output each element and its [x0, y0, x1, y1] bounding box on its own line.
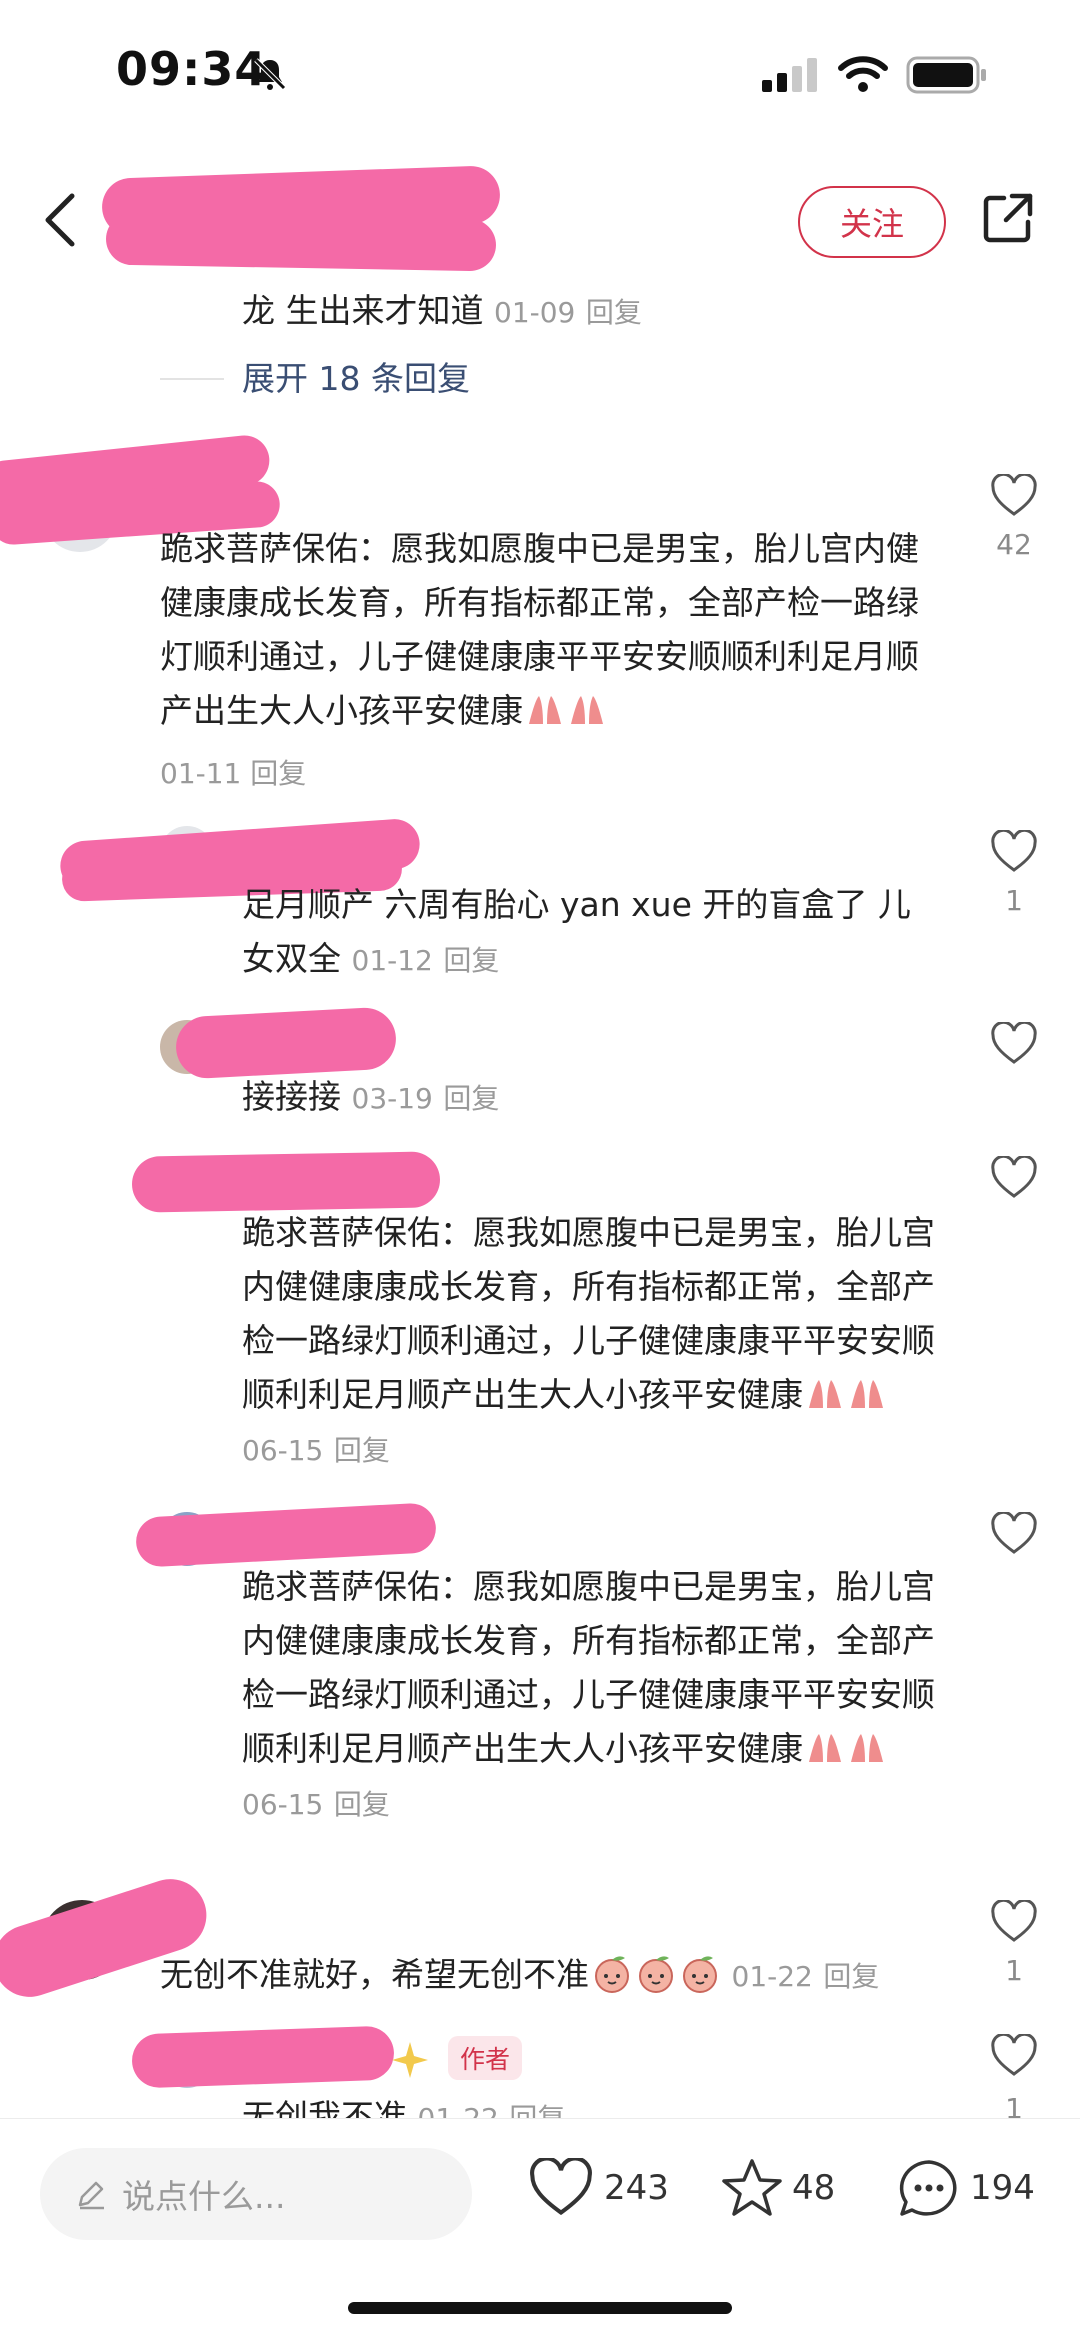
heart-icon[interactable]: [990, 1022, 1038, 1066]
comment-date: 03-19: [351, 1082, 433, 1115]
collect-total: 48: [792, 2168, 836, 2208]
chat-bubble-icon: [899, 2160, 957, 2216]
reply-date: 01-09: [494, 296, 576, 329]
home-indicator: [348, 2302, 732, 2314]
peach-face-icon: [639, 1956, 673, 1993]
comment-date: 06-15: [242, 1788, 324, 1821]
battery-icon: [906, 56, 986, 94]
like-count: 1: [1005, 884, 1023, 917]
like-action[interactable]: 243: [528, 2158, 669, 2218]
heart-icon[interactable]: [990, 1900, 1038, 1944]
praying-hands-icon: [809, 1734, 841, 1762]
comment-meta: 01-11 回复: [160, 752, 306, 792]
comment-date: 01-11: [160, 757, 242, 790]
praying-hands-icon: [851, 1380, 883, 1408]
praying-hands-icon: [529, 696, 561, 724]
comment-date: 06-15: [242, 1434, 324, 1467]
peach-face-icon: [595, 1956, 629, 1993]
collect-action[interactable]: 48: [720, 2156, 835, 2220]
comment-text: 无创我不准 01-22 回复: [242, 2090, 942, 2118]
comment-text: 跪求菩萨保佑：愿我如愿腹中已是男宝，胎儿宫内健健康康成长发育，所有指标都正常，全…: [160, 522, 930, 738]
praying-hands-icon: [851, 1734, 883, 1762]
back-arrow-icon[interactable]: [40, 190, 82, 250]
like-count: 1: [1005, 1954, 1023, 1987]
sparkle-icon: [392, 2042, 428, 2078]
comment-text: 足月顺产 六周有胎心 yan xue 开的盲盒了 儿女双全 01-12 回复: [242, 878, 942, 988]
like-count: 1: [1005, 2092, 1023, 2118]
reply-text: 龙 生出来才知道 01-09 回复: [242, 284, 1002, 340]
comment-text: 无创不准就好，希望无创不准 01-22 回复: [160, 1948, 960, 2004]
peach-face-icon: [683, 1956, 717, 1993]
comment-text-content: 接接接: [242, 1077, 341, 1116]
comment-text: 接接接 03-19 回复: [242, 1070, 942, 1126]
comment-date: 01-12: [351, 944, 433, 977]
comment-clip: 无创我不准 01-22 回复 1: [0, 2080, 1080, 2118]
status-time: 09:34: [116, 42, 268, 96]
comment-action[interactable]: 194: [896, 2156, 1035, 2220]
comment-text: 跪求菩萨保佑：愿我如愿腹中已是男宝，胎儿宫内健健康康成长发育，所有指标都正常，全…: [242, 1560, 942, 1832]
like-total: 243: [604, 2168, 669, 2208]
share-icon[interactable]: [980, 190, 1036, 246]
reply-link[interactable]: 回复: [250, 757, 306, 790]
reply-link[interactable]: 回复: [443, 944, 499, 977]
reply-link[interactable]: 回复: [334, 1788, 390, 1821]
heart-icon[interactable]: [990, 1512, 1038, 1556]
comment-date: 01-22: [418, 2102, 499, 2118]
like-count: 42: [996, 528, 1032, 561]
praying-hands-icon: [809, 1380, 841, 1408]
cellular-signal-icon: [762, 58, 817, 92]
reply-link[interactable]: 回复: [443, 1082, 499, 1115]
comment-text-content: 足月顺产 六周有胎心 yan xue 开的盲盒了 儿女双全: [242, 885, 911, 978]
bell-muted-icon: [254, 58, 286, 90]
comment-total: 194: [970, 2168, 1035, 2208]
expand-divider: [160, 378, 224, 380]
comment-date: 01-22: [731, 1960, 813, 1993]
wifi-icon: [838, 56, 888, 92]
redacted-username: [174, 1006, 398, 1080]
reply-link[interactable]: 回复: [586, 296, 642, 329]
heart-icon[interactable]: [990, 474, 1038, 518]
comment-input[interactable]: 说点什么...: [40, 2148, 472, 2240]
comment-text-content: 无创我不准: [242, 2097, 407, 2118]
praying-hands-icon: [571, 696, 603, 724]
reply-link[interactable]: 回复: [509, 2102, 565, 2118]
pencil-icon: [78, 2181, 104, 2210]
star-icon: [722, 2159, 782, 2216]
heart-icon[interactable]: [990, 1156, 1038, 1200]
reply-text-content: 龙 生出来才知道: [242, 291, 484, 330]
reply-link[interactable]: 回复: [823, 1960, 879, 1993]
reply-link[interactable]: 回复: [334, 1434, 390, 1467]
author-tag: 作者: [448, 2036, 523, 2080]
heart-icon[interactable]: [990, 830, 1038, 874]
expand-replies-link[interactable]: 展开 18 条回复: [242, 352, 470, 400]
redacted-username: [131, 1151, 441, 1213]
redacted-author-name: [105, 212, 497, 272]
comment-input-placeholder: 说点什么...: [122, 2177, 286, 2216]
comment-text: 跪求菩萨保佑：愿我如愿腹中已是男宝，胎儿宫内健健康康成长发育，所有指标都正常，全…: [242, 1206, 942, 1478]
follow-button[interactable]: 关注: [798, 186, 946, 258]
comment-text-content: 无创不准就好，希望无创不准: [160, 1955, 589, 1994]
heart-icon[interactable]: [990, 2034, 1038, 2078]
heart-icon: [530, 2158, 592, 2216]
